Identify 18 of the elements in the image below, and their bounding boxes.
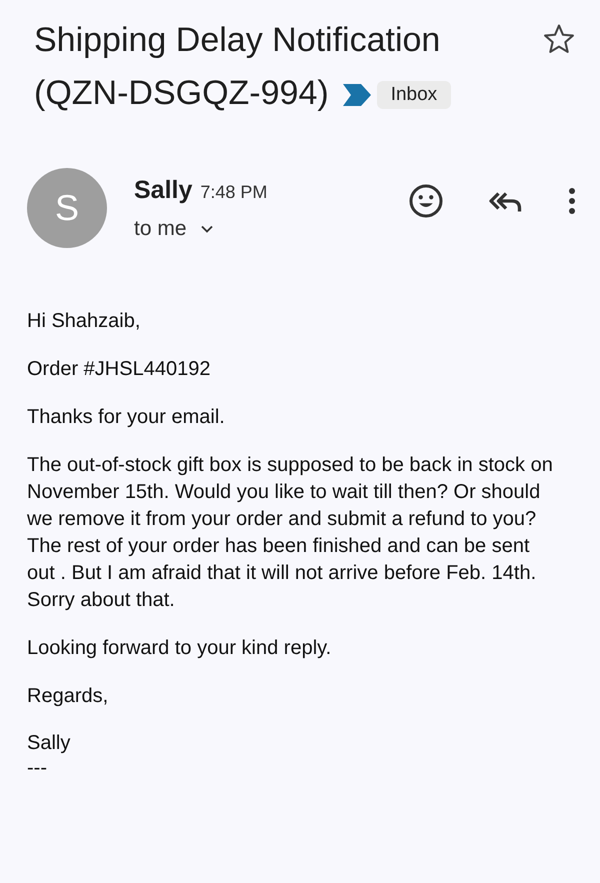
emoji-icon[interactable] — [408, 183, 444, 219]
important-marker-icon[interactable] — [342, 84, 371, 106]
body-paragraph: Regards, — [27, 684, 110, 709]
recipient-toggle[interactable]: to me — [134, 213, 217, 244]
body-paragraph: The out-of-stock gift box is supposed to be back in stock on November 15th. Would you like to wait till then? Or should we remove it from your order and submit a refund to you? The rest of your order has been finished and can be sent out . But I am afraid that it will not arrive before Feb. 14th. Sorry about that. — [27, 453, 554, 613]
more-options-icon[interactable] — [568, 187, 576, 215]
body-paragraph: Hi Shahzaib, — [27, 309, 142, 334]
inbox-label[interactable]: Inbox — [376, 81, 452, 110]
signature-line: Sally — [27, 731, 72, 756]
sent-time: 7:48 PM — [200, 180, 268, 204]
star-icon[interactable] — [542, 22, 576, 56]
sender-name: Sally — [134, 174, 192, 206]
body-paragraph: Looking forward to your kind reply. — [27, 636, 332, 661]
body-paragraph: Thanks for your email. — [27, 405, 226, 430]
avatar: S — [27, 168, 107, 248]
email-subject: Shipping Delay Notification (QZN-DSGQZ-994) Inbox — [34, 14, 514, 120]
signature-line: --- — [27, 756, 48, 781]
body-paragraph: Order #JHSL440192 — [27, 357, 212, 382]
